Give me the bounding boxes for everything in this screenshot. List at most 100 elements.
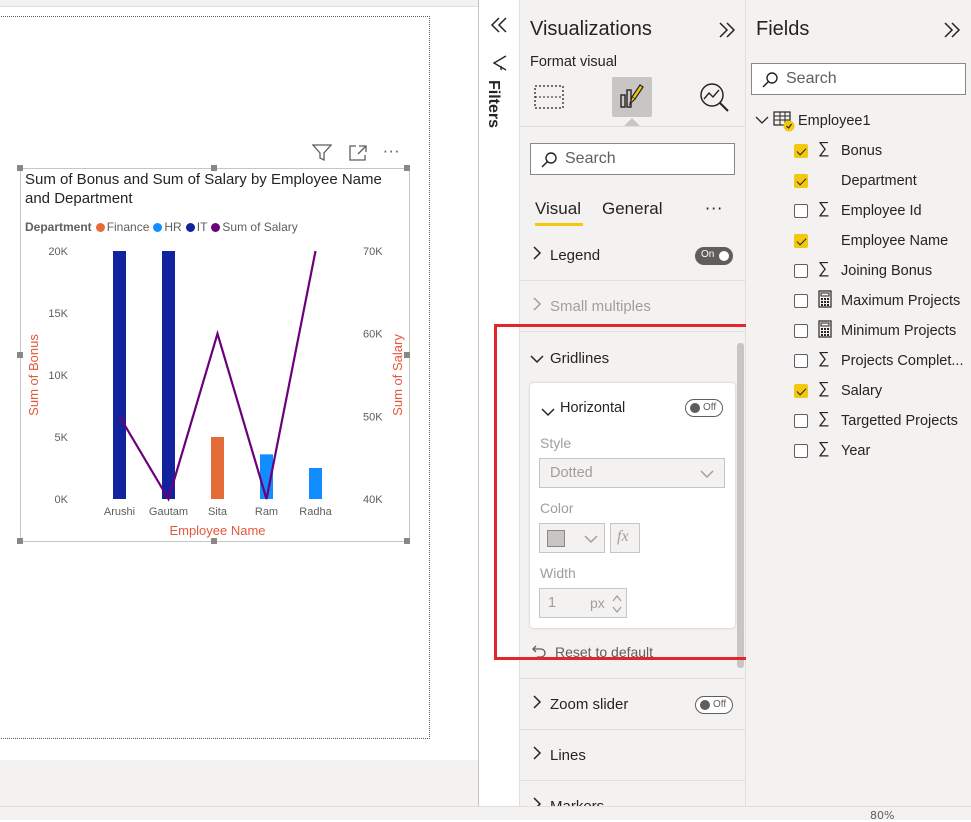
y-axis-title: Sum of Bonus xyxy=(26,334,41,416)
search-icon xyxy=(541,152,557,168)
checkbox-unchecked[interactable] xyxy=(794,294,808,308)
checkbox-checked[interactable] xyxy=(794,174,808,188)
field-name: Joining Bonus xyxy=(841,263,933,279)
markers-section[interactable]: Markers xyxy=(520,791,745,806)
y2-tick-label: 70K xyxy=(363,246,383,258)
field-name: Minimum Projects xyxy=(841,323,957,339)
chevron-right-icon xyxy=(532,797,542,806)
sigma-icon: ∑ xyxy=(818,440,830,457)
sigma-icon: ∑ xyxy=(818,260,830,277)
chevron-right-icon xyxy=(532,746,542,763)
sigma-icon: ∑ xyxy=(818,380,830,397)
analytics-icon[interactable] xyxy=(697,80,731,118)
y-tick-label: 5K xyxy=(55,432,69,444)
lines-section[interactable]: Lines xyxy=(520,740,745,772)
field-name: Employee Name xyxy=(841,233,949,249)
x-tick-label: Gautam xyxy=(149,506,188,518)
double-chevron-left-icon[interactable] xyxy=(489,15,509,39)
checkbox-checked[interactable] xyxy=(794,144,808,158)
paintbrush-chart-icon xyxy=(620,84,644,108)
zoom-level[interactable]: 80% xyxy=(870,809,894,822)
tab-visual[interactable]: Visual xyxy=(535,199,581,219)
y-tick-label: 0K xyxy=(55,494,69,506)
checkbox-unchecked[interactable] xyxy=(794,354,808,368)
chevron-down-icon xyxy=(755,116,769,124)
y-tick-label: 15K xyxy=(48,308,68,320)
calculator-icon xyxy=(818,290,836,313)
format-visual-label: Format visual xyxy=(530,54,618,70)
search-placeholder: Search xyxy=(786,70,837,87)
double-chevron-right-icon[interactable] xyxy=(942,20,962,44)
divider xyxy=(520,678,745,679)
y-tick-label: 20K xyxy=(48,246,68,258)
field-name: Employee Id xyxy=(841,203,922,219)
section-label: Markers xyxy=(550,798,604,806)
table-name: Employee1 xyxy=(798,113,871,129)
search-icon xyxy=(762,72,778,88)
tab-general[interactable]: General xyxy=(602,199,662,219)
checkbox-unchecked[interactable] xyxy=(794,444,808,458)
divider xyxy=(520,280,745,281)
small-multiples-section[interactable]: Small multiples xyxy=(520,291,745,323)
checkbox-unchecked[interactable] xyxy=(794,204,808,218)
bar-finance xyxy=(211,437,224,499)
divider xyxy=(520,780,745,781)
section-label: Zoom slider xyxy=(550,696,629,713)
visualizations-title: Visualizations xyxy=(530,18,652,40)
legend-section[interactable]: Legend On xyxy=(520,240,745,272)
chevron-right-icon xyxy=(532,246,542,263)
search-placeholder: Search xyxy=(565,150,616,167)
status-bar xyxy=(0,806,971,820)
bar-it xyxy=(162,251,175,499)
divider xyxy=(520,126,745,127)
x-tick-label: Radha xyxy=(299,506,332,518)
chevron-right-icon xyxy=(532,695,542,712)
field-name: Maximum Projects xyxy=(841,293,961,309)
toggle-label: On xyxy=(701,249,715,260)
sigma-icon: ∑ xyxy=(818,410,830,427)
checkbox-unchecked[interactable] xyxy=(794,264,808,278)
x-tick-label: Ram xyxy=(255,506,278,518)
bar-it xyxy=(113,251,126,499)
legend-toggle[interactable]: On xyxy=(695,247,733,265)
more-options-icon[interactable]: ··· xyxy=(705,199,723,218)
double-chevron-right-icon[interactable] xyxy=(717,20,737,44)
field-name: Salary xyxy=(841,383,883,399)
y2-tick-label: 50K xyxy=(363,411,383,423)
field-name: Projects Complet... xyxy=(841,353,964,369)
y2-axis-title: Sum of Salary xyxy=(390,334,405,416)
x-tick-label: Arushi xyxy=(104,506,135,518)
x-tick-label: Sita xyxy=(208,506,228,518)
table-icon xyxy=(773,111,795,132)
checkbox-checked[interactable] xyxy=(794,384,808,398)
fields-title: Fields xyxy=(756,18,810,40)
zoom-slider-section[interactable]: Zoom slider Off xyxy=(520,689,745,721)
y2-tick-label: 40K xyxy=(363,494,383,506)
calculator-icon xyxy=(818,320,836,343)
filters-label[interactable]: Filters xyxy=(484,80,502,128)
field-name: Targetted Projects xyxy=(841,413,958,429)
section-label: Small multiples xyxy=(550,298,651,315)
sigma-icon: ∑ xyxy=(818,350,830,367)
y-tick-label: 10K xyxy=(48,370,68,382)
field-name: Bonus xyxy=(841,143,883,159)
x-axis-title: Employee Name xyxy=(169,523,265,538)
table-node-employee1[interactable]: Employee1 xyxy=(755,110,965,134)
checkbox-unchecked[interactable] xyxy=(794,324,808,338)
field-name: Department xyxy=(841,173,917,189)
build-visual-icon[interactable] xyxy=(532,80,566,118)
toggle-label: Off xyxy=(713,699,727,710)
format-visual-tab[interactable] xyxy=(612,77,652,117)
viz-search-input[interactable]: Search xyxy=(530,143,735,175)
tab-underline xyxy=(535,223,583,226)
toggle-knob xyxy=(700,700,710,710)
field-name: Year xyxy=(841,443,871,459)
checkbox-unchecked[interactable] xyxy=(794,414,808,428)
divider xyxy=(520,729,745,730)
chevron-right-icon xyxy=(532,297,542,314)
section-label: Legend xyxy=(550,247,601,264)
checkbox-checked[interactable] xyxy=(794,234,808,248)
zoom-slider-toggle[interactable]: Off xyxy=(695,696,733,714)
selected-tab-pointer xyxy=(624,118,640,126)
fields-search-input[interactable]: Search xyxy=(751,63,966,95)
